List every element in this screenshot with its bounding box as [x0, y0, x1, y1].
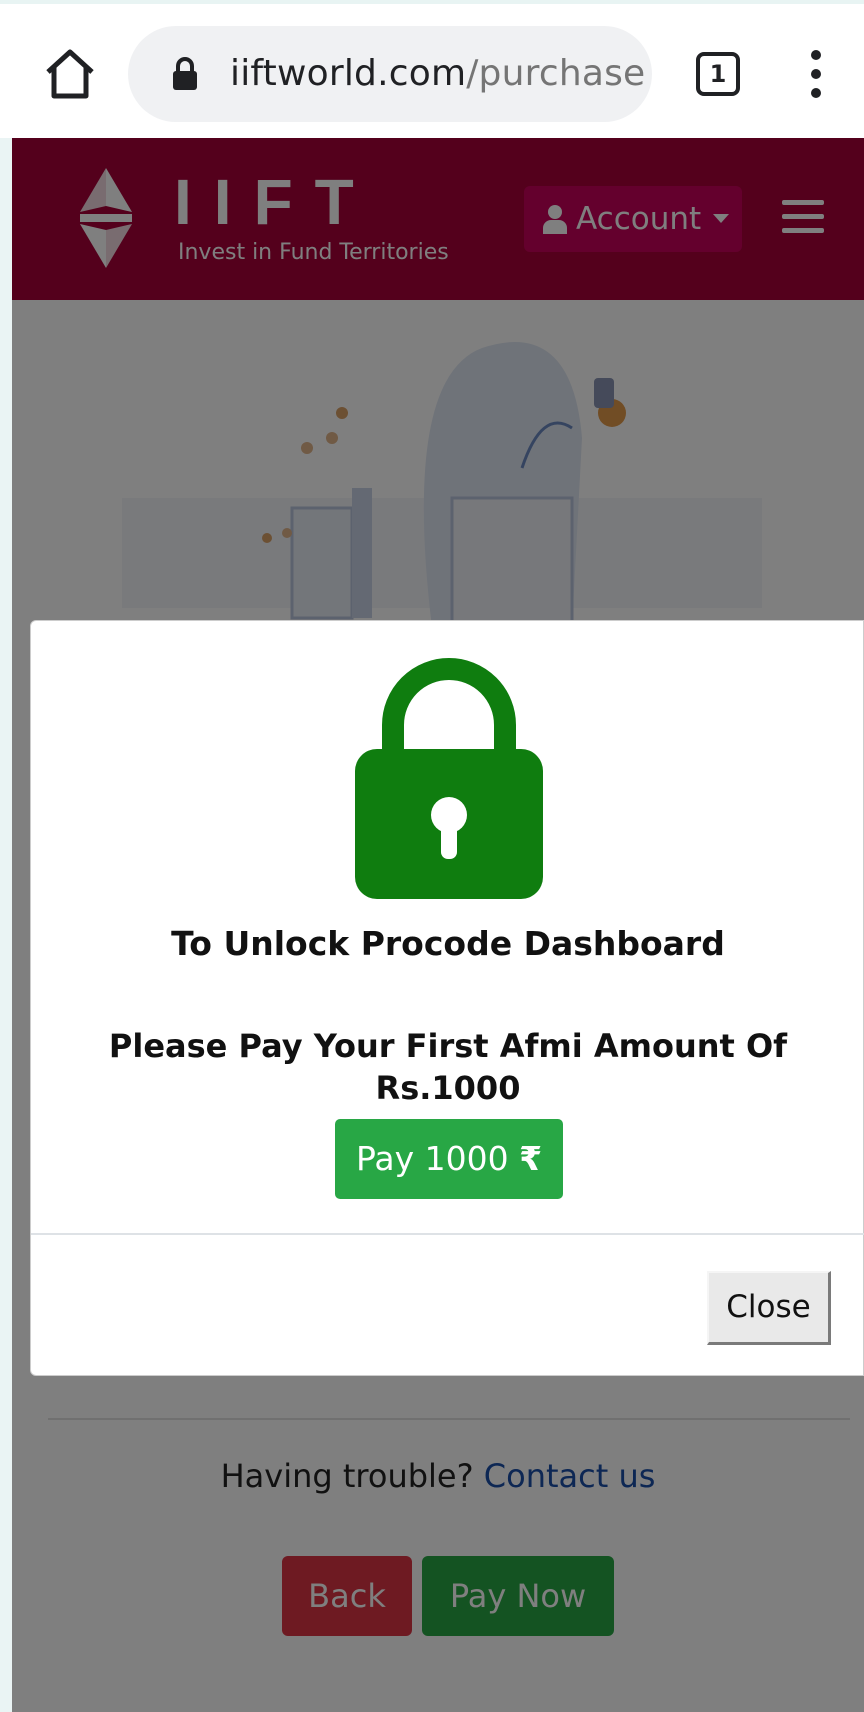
modal-footer-divider [31, 1233, 864, 1235]
tabs-icon[interactable]: 1 [696, 52, 740, 96]
pay-label: Pay 1000 [355, 1139, 509, 1178]
modal-title: To Unlock Procode Dashboard [171, 924, 725, 963]
modal-message: Please Pay Your First Afmi Amount Of Rs.… [108, 1027, 788, 1107]
url-path: /purchase [466, 53, 646, 94]
tab-count: 1 [709, 60, 727, 88]
browser-toolbar: iiftworld.com/purchase 1 [0, 0, 864, 138]
padlock-icon [355, 658, 543, 899]
more-vert-icon[interactable] [800, 48, 832, 100]
url-domain: iiftworld.com [230, 53, 467, 94]
url-text: iiftworld.com/purchase [230, 50, 650, 98]
unlock-modal: To Unlock Procode Dashboard Please Pay Y… [30, 620, 864, 1376]
address-bar[interactable]: iiftworld.com/purchase [128, 26, 652, 122]
home-icon[interactable] [40, 44, 100, 104]
lock-icon [173, 57, 197, 90]
rupee-icon: ₹ [519, 1139, 543, 1178]
close-button[interactable]: Close [707, 1271, 831, 1345]
pay-1000-button[interactable]: Pay 1000 ₹ [335, 1119, 563, 1199]
